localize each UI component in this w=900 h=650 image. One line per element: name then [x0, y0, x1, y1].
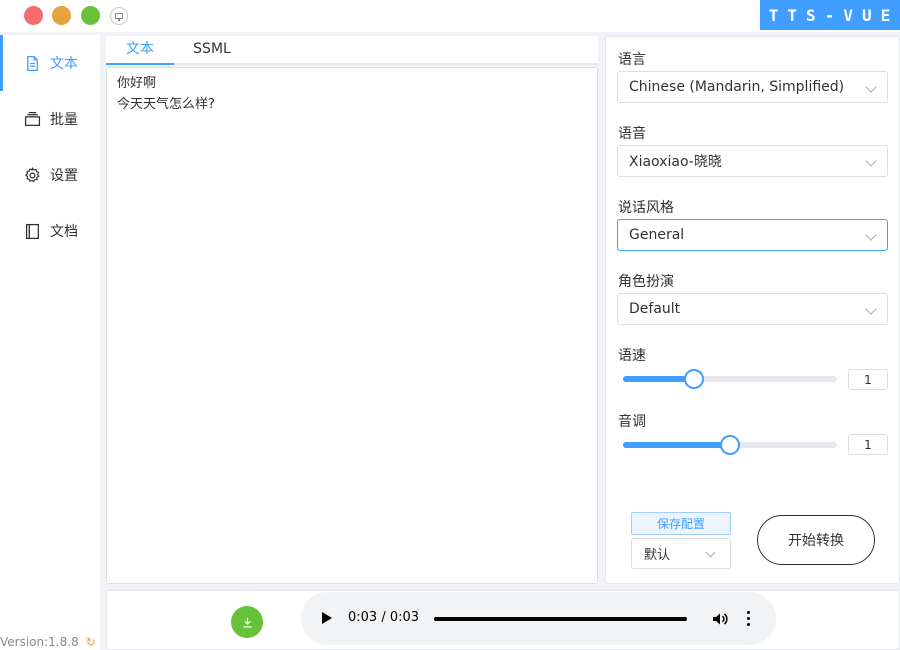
- voice-value: Xiaoxiao-晓晓: [629, 154, 722, 170]
- document-icon: [27, 55, 38, 71]
- pitch-label: 音调: [618, 414, 646, 430]
- monitor-icon: [115, 13, 123, 21]
- style-select[interactable]: General: [617, 219, 888, 251]
- sidebar-item-label: 批量: [50, 112, 78, 128]
- volume-icon[interactable]: [711, 610, 729, 628]
- pitch-slider-handle[interactable]: [720, 435, 740, 455]
- bottom-bar: 0:03 / 0:03: [106, 590, 900, 650]
- gear-icon: [24, 166, 40, 182]
- close-window-button[interactable]: [24, 6, 43, 25]
- pitch-input[interactable]: 1: [848, 434, 888, 455]
- chevron-down-icon: [865, 229, 877, 241]
- voice-label: 语音: [618, 126, 646, 142]
- download-button[interactable]: [231, 606, 263, 638]
- minimize-window-button[interactable]: [52, 6, 71, 25]
- sidebar-item-label: 文档: [50, 224, 78, 240]
- language-value: Chinese (Mandarin, Simplified): [629, 79, 845, 95]
- role-select[interactable]: Default: [617, 293, 888, 325]
- sidebar-item-batch[interactable]: 批量: [0, 91, 100, 147]
- editor-tabs: 文本 SSML: [106, 36, 598, 65]
- chevron-down-icon: [865, 81, 877, 93]
- sidebar-item-text[interactable]: 文本: [0, 35, 100, 91]
- pitch-slider[interactable]: [623, 435, 837, 455]
- version-info: Version:1.8.8 ↻: [0, 635, 96, 649]
- chevron-down-icon: [705, 547, 716, 558]
- sidebar-item-docs[interactable]: 文档: [0, 203, 100, 259]
- rate-label: 语速: [618, 348, 646, 364]
- start-convert-button[interactable]: 开始转换: [757, 515, 875, 565]
- language-label: 语言: [618, 52, 646, 68]
- config-profile-select[interactable]: 默认: [631, 538, 731, 569]
- voice-select[interactable]: Xiaoxiao-晓晓: [617, 145, 888, 177]
- role-label: 角色扮演: [618, 274, 674, 290]
- playback-time: 0:03 / 0:03: [348, 610, 420, 625]
- save-config-button[interactable]: 保存配置: [631, 512, 731, 535]
- pitch-slider-fill: [623, 442, 730, 448]
- more-options-icon[interactable]: [747, 611, 751, 627]
- download-icon: [242, 617, 252, 628]
- stack-icon: [24, 111, 41, 126]
- rate-slider[interactable]: [623, 369, 837, 389]
- maximize-window-button[interactable]: [81, 6, 100, 25]
- language-select[interactable]: Chinese (Mandarin, Simplified): [617, 71, 888, 103]
- settings-panel: 语言 Chinese (Mandarin, Simplified) 语音 Xia…: [605, 36, 900, 584]
- tab-text[interactable]: 文本: [106, 36, 174, 65]
- text-input[interactable]: 你好啊 今天天气怎么样?: [106, 67, 598, 584]
- tab-ssml[interactable]: SSML: [178, 36, 246, 65]
- title-bar: TTS-VUE: [0, 0, 900, 32]
- book-icon: [26, 223, 39, 239]
- style-value: General: [629, 227, 685, 243]
- chevron-down-icon: [865, 303, 877, 315]
- sidebar-item-label: 设置: [50, 168, 78, 184]
- audio-player: 0:03 / 0:03: [301, 592, 776, 645]
- mini-mode-button[interactable]: [110, 7, 128, 25]
- sidebar: 文本 批量 设置 文档 Version:1.8.8 ↻: [0, 35, 100, 650]
- style-label: 说话风格: [618, 200, 674, 216]
- play-icon[interactable]: [322, 612, 332, 624]
- chevron-down-icon: [865, 155, 877, 167]
- playback-progress-bar[interactable]: [434, 617, 687, 621]
- version-label: Version:1.8.8: [0, 635, 79, 649]
- refresh-icon[interactable]: ↻: [86, 635, 96, 649]
- app-brand: TTS-VUE: [760, 0, 900, 30]
- rate-input[interactable]: 1: [848, 369, 888, 390]
- role-value: Default: [629, 301, 681, 317]
- sidebar-item-label: 文本: [50, 56, 78, 72]
- rate-slider-handle[interactable]: [683, 369, 704, 389]
- config-profile-value: 默认: [644, 548, 671, 563]
- sidebar-item-settings[interactable]: 设置: [0, 147, 100, 203]
